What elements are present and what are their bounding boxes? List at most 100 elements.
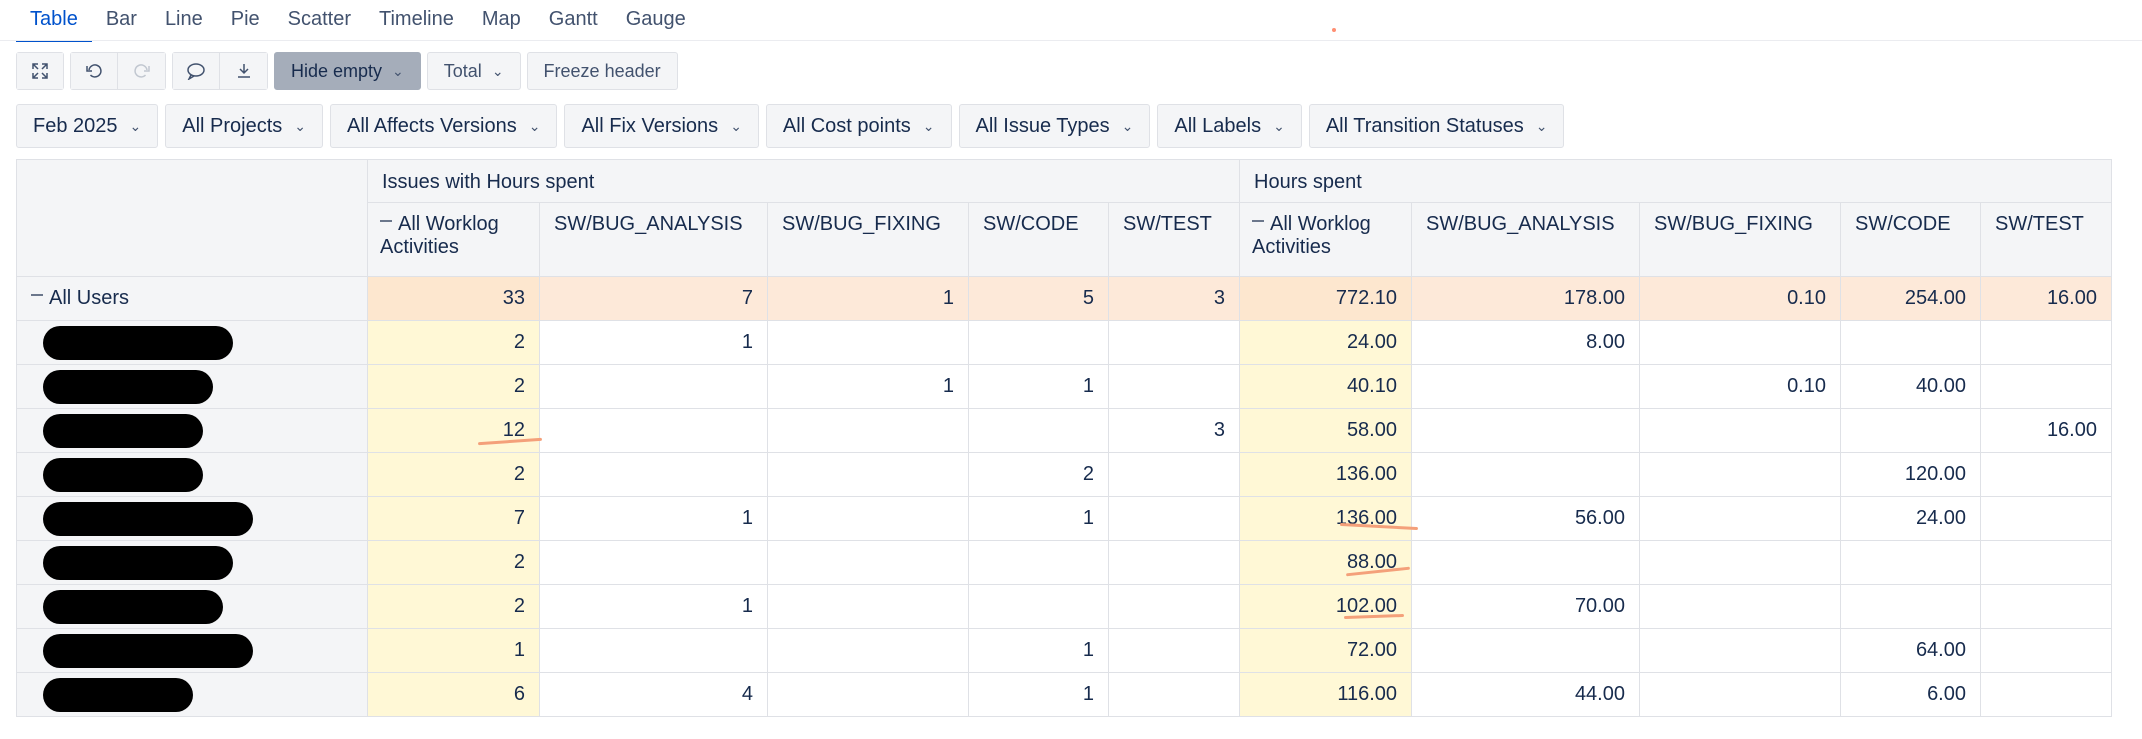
issues-cell <box>539 540 768 585</box>
row-header-user[interactable] <box>16 452 368 497</box>
total-dropdown[interactable]: Total ⌄ <box>426 52 521 90</box>
filter-affects-versions[interactable]: All Affects Versions ⌄ <box>330 104 558 148</box>
tab-table[interactable]: Table <box>16 0 92 42</box>
filter-labels[interactable]: All Labels ⌄ <box>1157 104 1302 148</box>
table-row: 2 1 1 40.10 0.10 40.00 <box>16 364 2112 409</box>
download-button[interactable] <box>220 52 268 90</box>
issues-cell <box>1108 672 1240 717</box>
tab-timeline[interactable]: Timeline <box>365 0 468 40</box>
filter-issue-types[interactable]: All Issue Types ⌄ <box>958 104 1151 148</box>
column-header-label: All Worklog Activities <box>1252 213 1371 258</box>
hours-cell <box>1840 540 1981 585</box>
issues-cell <box>539 452 768 497</box>
filter-cost-points[interactable]: All Cost points ⌄ <box>765 104 952 148</box>
column-header[interactable]: SW/TEST <box>1108 202 1240 277</box>
row-header-user[interactable] <box>16 364 368 409</box>
row-header-user[interactable] <box>16 672 368 717</box>
table-row: 6 4 1 116.00 44.00 6.00 <box>16 672 2112 717</box>
chevron-down-icon: ⌄ <box>129 117 142 134</box>
issues-cell <box>767 496 969 541</box>
hours-cell <box>1980 540 2112 585</box>
column-header[interactable]: SW/BUG_ANALYSIS <box>539 202 768 277</box>
total-hours-cell: 178.00 <box>1411 276 1640 321</box>
total-issues-cell: 7 <box>539 276 768 321</box>
column-header-label: SW/BUG_ANALYSIS <box>554 213 743 235</box>
collapse-minus-icon[interactable] <box>1252 219 1264 222</box>
filter-label: All Projects <box>182 114 283 137</box>
issues-cell: 1 <box>367 628 540 673</box>
issues-cell <box>767 628 969 673</box>
column-header-label: SW/CODE <box>1855 213 1951 235</box>
issues-cell <box>1108 452 1240 497</box>
column-header[interactable]: SW/BUG_FIXING <box>1639 202 1841 277</box>
column-header[interactable]: SW/TEST <box>1980 202 2112 277</box>
row-header-user[interactable] <box>16 408 368 453</box>
tab-map[interactable]: Map <box>468 0 535 40</box>
comment-button[interactable] <box>172 52 220 90</box>
report-table: Issues with Hours spent Hours spent All … <box>16 159 2112 717</box>
comment-icon <box>187 63 205 80</box>
hours-cell: 116.00 <box>1239 672 1412 717</box>
filter-period[interactable]: Feb 2025 ⌄ <box>16 104 159 148</box>
row-header-user[interactable] <box>16 628 368 673</box>
tab-bar[interactable]: Bar <box>92 0 151 40</box>
tab-line[interactable]: Line <box>151 0 217 40</box>
tab-scatter[interactable]: Scatter <box>274 0 365 40</box>
issues-cell <box>767 540 969 585</box>
freeze-header-label: Freeze header <box>543 60 661 81</box>
row-header-user[interactable] <box>16 584 368 629</box>
issues-cell <box>1108 320 1240 365</box>
column-header[interactable]: All Worklog Activities <box>1239 202 1412 277</box>
hours-cell <box>1411 408 1640 453</box>
issues-cell: 1 <box>968 496 1109 541</box>
collapse-minus-icon[interactable] <box>31 293 43 296</box>
redo-button[interactable] <box>118 52 166 90</box>
collapse-minus-icon[interactable] <box>380 219 392 222</box>
issues-cell: 3 <box>1108 408 1240 453</box>
total-issues-cell: 5 <box>968 276 1109 321</box>
filter-label: All Cost points <box>782 114 911 137</box>
freeze-header-button[interactable]: Freeze header <box>526 52 678 90</box>
redacted-username <box>43 369 213 404</box>
hours-cell <box>1840 320 1981 365</box>
filter-fix-versions[interactable]: All Fix Versions ⌄ <box>564 104 759 148</box>
hours-cell: 40.10 <box>1239 364 1412 409</box>
column-header[interactable]: SW/BUG_FIXING <box>767 202 969 277</box>
undo-button[interactable] <box>70 52 118 90</box>
filter-transition-statuses[interactable]: All Transition Statuses ⌄ <box>1308 104 1565 148</box>
issues-cell: 4 <box>539 672 768 717</box>
column-header[interactable]: SW/CODE <box>968 202 1109 277</box>
table-row: 2 2 136.00 120.00 <box>16 452 2112 497</box>
hours-cell <box>1411 628 1640 673</box>
row-header-user[interactable] <box>16 496 368 541</box>
download-icon <box>237 64 250 78</box>
issues-cell <box>767 584 969 629</box>
expand-button[interactable] <box>16 52 64 90</box>
issues-cell: 1 <box>539 496 768 541</box>
filter-label: All Issue Types <box>975 114 1110 137</box>
hide-empty-button[interactable]: Hide empty ⌄ <box>274 52 421 90</box>
hours-cell: 24.00 <box>1840 496 1981 541</box>
column-header[interactable]: All Worklog Activities <box>367 202 540 277</box>
row-header-all-users[interactable]: All Users <box>16 276 368 321</box>
redacted-username <box>43 413 203 448</box>
row-header-user[interactable] <box>16 320 368 365</box>
total-label: Total <box>443 60 482 81</box>
redacted-username <box>43 545 233 580</box>
table-row: 2 1 102.00 70.00 <box>16 584 2112 629</box>
column-header[interactable]: SW/BUG_ANALYSIS <box>1411 202 1640 277</box>
column-header[interactable]: SW/CODE <box>1840 202 1981 277</box>
tab-pie[interactable]: Pie <box>217 0 274 40</box>
issues-cell: 1 <box>968 364 1109 409</box>
column-header-label: SW/BUG_FIXING <box>782 213 941 235</box>
issues-cell: 7 <box>367 496 540 541</box>
redacted-username <box>43 325 233 360</box>
tab-gantt[interactable]: Gantt <box>535 0 612 40</box>
chevron-down-icon: ⌄ <box>528 117 541 134</box>
table-row: 1 1 72.00 64.00 <box>16 628 2112 673</box>
tab-gauge[interactable]: Gauge <box>612 0 700 40</box>
redacted-username <box>43 589 223 624</box>
filter-projects[interactable]: All Projects ⌄ <box>165 104 324 148</box>
total-hours-cell: 772.10 <box>1239 276 1412 321</box>
row-header-user[interactable] <box>16 540 368 585</box>
